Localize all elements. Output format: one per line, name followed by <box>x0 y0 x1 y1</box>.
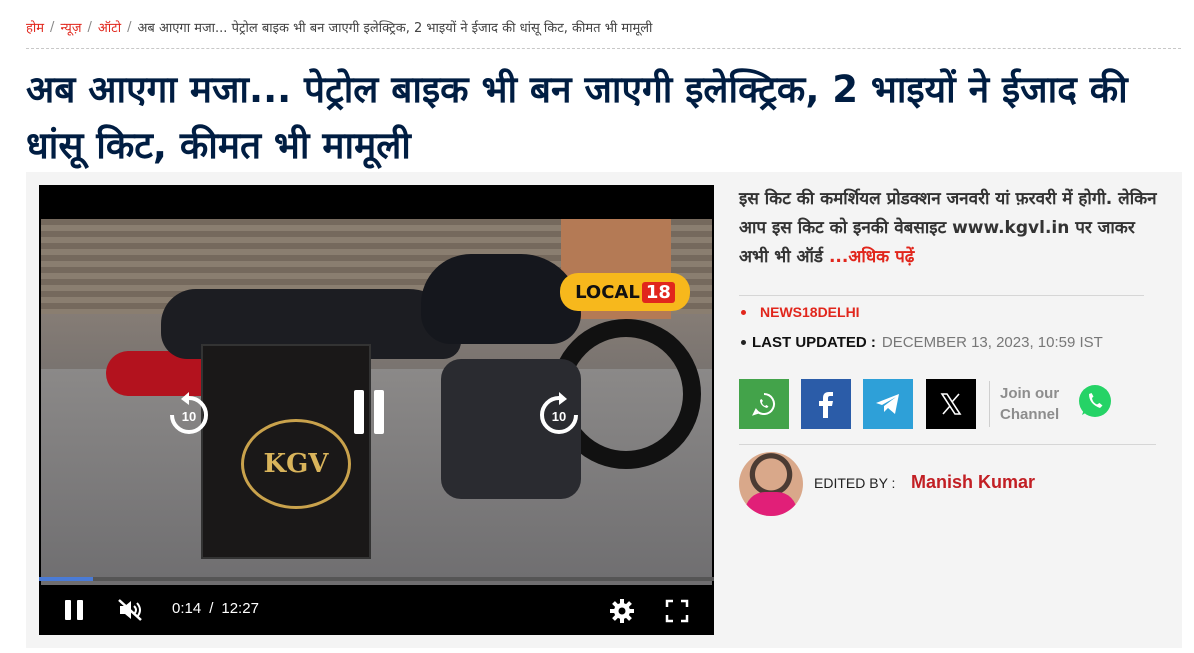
pause-bar <box>354 390 364 434</box>
editor-name-link[interactable]: Manish Kumar <box>911 472 1035 493</box>
forward-icon: 10 <box>540 392 578 434</box>
edited-by-label: EDITED BY : <box>814 475 896 491</box>
breadcrumb-home[interactable]: होम <box>26 18 44 36</box>
share-x-button[interactable] <box>926 379 976 429</box>
read-more-link[interactable]: ...अधिक पढ़ें <box>829 247 914 267</box>
rewind-seconds: 10 <box>182 409 196 424</box>
control-bar: 0:14 / 12:27 <box>39 590 714 630</box>
fullscreen-button[interactable] <box>664 598 690 624</box>
pause-button[interactable] <box>65 600 87 622</box>
join-whatsapp-button[interactable] <box>1076 382 1114 420</box>
source-line: NEWS18DELHI <box>741 304 860 320</box>
badge-text: LOCAL <box>575 281 640 303</box>
bullet-dot <box>741 309 746 315</box>
rewind-icon: 10 <box>170 392 208 434</box>
last-updated-value: DECEMBER 13, 2023, 10:59 IST <box>881 334 1103 351</box>
breadcrumb-auto[interactable]: ऑटो <box>98 18 121 36</box>
badge-number: 18 <box>641 281 675 303</box>
mute-button[interactable] <box>117 598 145 622</box>
share-whatsapp-button[interactable] <box>739 379 789 429</box>
share-telegram-button[interactable] <box>863 379 913 429</box>
local18-badge: LOCAL 18 <box>560 273 690 311</box>
page-title: अब आएगा मजा... पेट्रोल बाइक भी बन जाएगी … <box>26 68 1128 167</box>
divider <box>26 48 1181 49</box>
divider <box>989 381 990 427</box>
whatsapp-icon <box>1079 385 1111 417</box>
telegram-icon <box>876 394 899 414</box>
whatsapp-icon <box>752 393 775 416</box>
rewind-10-button[interactable]: 10 <box>164 390 214 440</box>
time-separator: / <box>209 600 214 617</box>
gear-icon <box>610 599 634 623</box>
breadcrumb-current: अब आएगा मजा... पेट्रोल बाइक भी बन जाएगी … <box>137 21 653 36</box>
pause-bar <box>65 600 71 620</box>
pause-bar <box>77 600 83 620</box>
x-icon <box>940 393 962 415</box>
editor-avatar <box>739 452 803 516</box>
summary-body: इस किट की कमर्शियल प्रोडक्शन जनवरी यां फ… <box>739 189 1157 267</box>
fullscreen-icon <box>665 599 689 623</box>
seek-bar-fill <box>39 577 93 581</box>
last-updated: LAST UPDATED : DECEMBER 13, 2023, 10:59 … <box>741 334 1103 351</box>
avatar-shirt <box>745 492 797 516</box>
divider <box>739 295 1144 296</box>
join-line1: Join our <box>1000 385 1060 402</box>
summary-text: इस किट की कमर्शियल प्रोडक्शन जनवरी यां फ… <box>739 185 1159 272</box>
breadcrumb: होम / न्यूज़ / ऑटो / अब आएगा मजा... पेट्… <box>26 18 653 37</box>
duration: 12:27 <box>221 600 259 617</box>
breadcrumb-news[interactable]: न्यूज़ <box>60 18 81 36</box>
article-summary: इस किट की कमर्शियल प्रोडक्शन जनवरी यां फ… <box>739 185 1159 272</box>
breadcrumb-separator: / <box>127 19 132 35</box>
current-time: 0:14 <box>172 600 202 617</box>
pause-bar <box>374 390 384 434</box>
divider <box>739 444 1156 445</box>
muted-speaker-icon <box>118 599 142 621</box>
pause-big-button[interactable] <box>354 390 394 435</box>
settings-button[interactable] <box>609 598 635 624</box>
forward-10-button[interactable]: 10 <box>534 390 584 440</box>
video-player[interactable]: KGV LOCAL 18 10 10 0:14 / 12:27 <box>39 185 714 635</box>
share-facebook-button[interactable] <box>801 379 851 429</box>
forward-seconds: 10 <box>552 409 566 424</box>
bullet-dot <box>741 340 746 345</box>
join-line2: Channel <box>1000 406 1060 423</box>
bike-tank <box>421 254 581 344</box>
facebook-icon <box>819 392 833 418</box>
source-name[interactable]: NEWS18DELHI <box>760 304 860 320</box>
join-channel-link[interactable]: Join our Channel <box>1000 383 1059 425</box>
breadcrumb-separator: / <box>87 19 92 35</box>
time-display: 0:14 / 12:27 <box>172 600 259 617</box>
last-updated-label: LAST UPDATED : <box>752 334 876 351</box>
box-logo: KGV <box>241 419 351 509</box>
breadcrumb-separator: / <box>50 19 55 35</box>
seek-bar[interactable] <box>39 577 714 581</box>
